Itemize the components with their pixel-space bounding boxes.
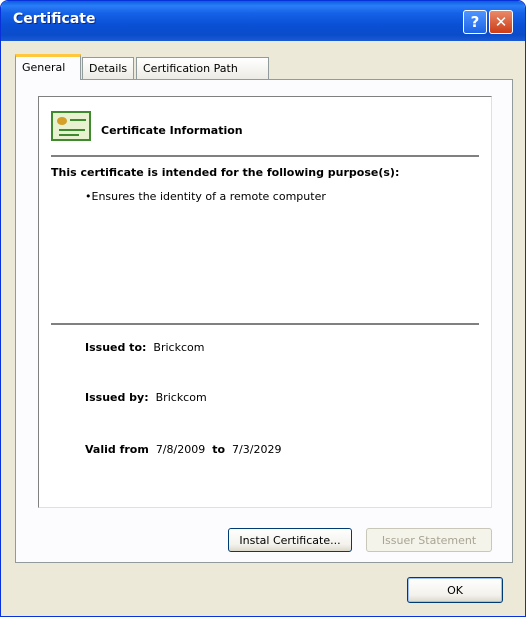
install-certificate-button[interactable]: Instal Certificate... — [228, 528, 352, 552]
issuer-statement-button[interactable]: Issuer Statement — [366, 528, 492, 552]
close-button[interactable]: ✕ — [489, 10, 513, 34]
certificate-dialog: Certificate ? ✕ General Details Certific… — [0, 0, 526, 617]
purpose-heading: This certificate is intended for the fol… — [51, 166, 400, 179]
info-title: Certificate Information — [101, 124, 243, 137]
purpose-item: •Ensures the identity of a remote comput… — [85, 190, 326, 203]
issued-to-label: Issued to: — [85, 341, 147, 354]
close-icon: ✕ — [494, 13, 508, 31]
window-title: Certificate — [13, 11, 96, 27]
validity-row: Valid from 7/8/2009 to 7/3/2029 — [85, 443, 281, 456]
issued-to-value: Brickcom — [153, 341, 205, 354]
help-icon: ? — [470, 13, 480, 31]
help-button[interactable]: ? — [463, 10, 487, 34]
issued-by-label: Issued by: — [85, 391, 149, 404]
tab-certification-path[interactable]: Certification Path — [136, 57, 269, 79]
title-bar[interactable]: Certificate ? ✕ — [1, 1, 525, 41]
issued-by-row: Issued by: Brickcom — [85, 391, 207, 404]
tab-general[interactable]: General — [15, 54, 81, 80]
certificate-icon — [51, 111, 91, 141]
issued-to-row: Issued to: Brickcom — [85, 341, 204, 354]
certificate-info-box: Certificate Information This certificate… — [38, 96, 492, 508]
valid-to-label: to — [212, 443, 226, 456]
valid-from-value: 7/8/2009 — [155, 443, 206, 456]
valid-to-value: 7/3/2029 — [232, 443, 282, 456]
tab-details[interactable]: Details — [82, 57, 134, 79]
divider — [51, 323, 479, 325]
ok-button[interactable]: OK — [407, 577, 503, 603]
issued-by-value: Brickcom — [155, 391, 207, 404]
divider — [51, 155, 479, 157]
valid-from-label: Valid from — [85, 443, 149, 456]
general-tab-panel: Certificate Information This certificate… — [15, 79, 513, 563]
